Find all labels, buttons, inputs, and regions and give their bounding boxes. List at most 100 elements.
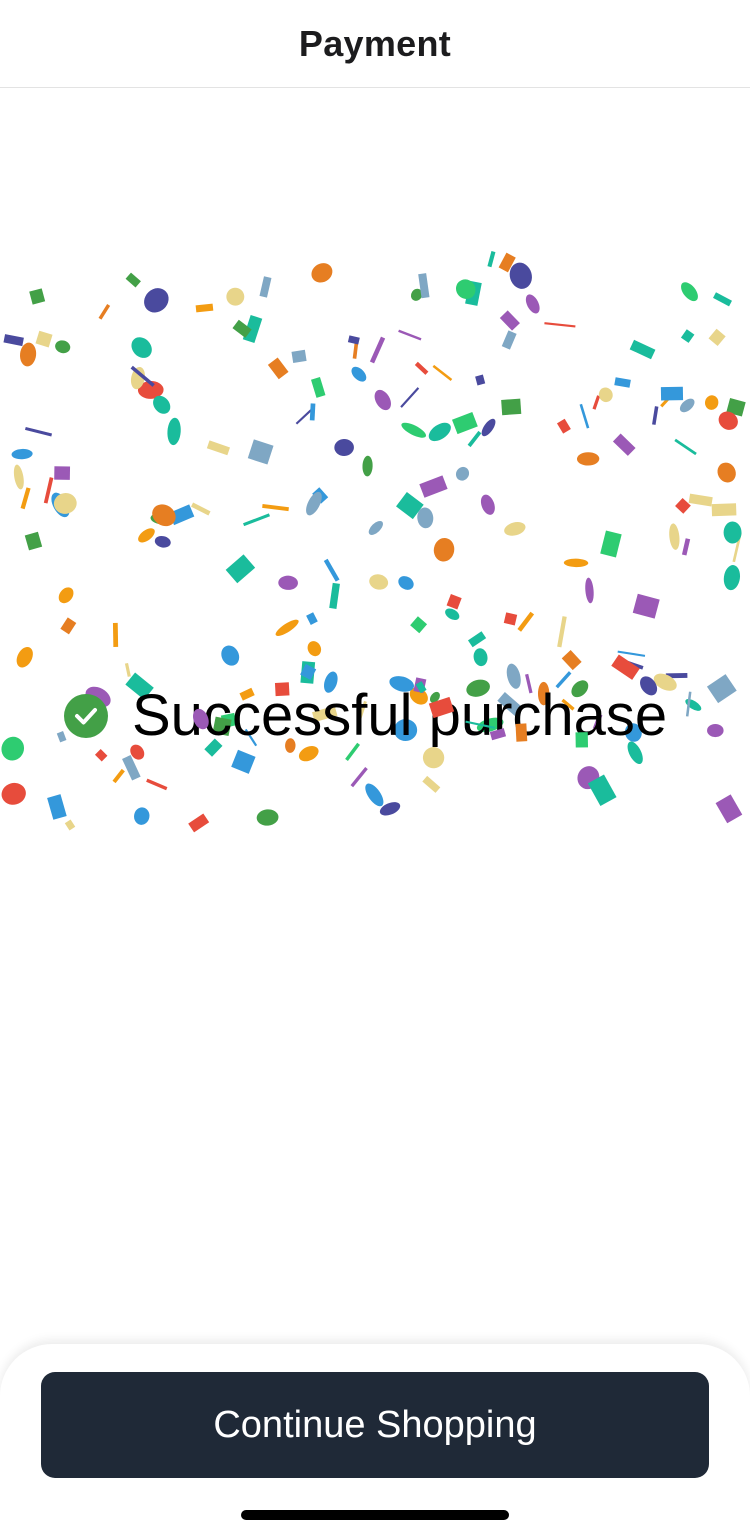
confetti-piece [598, 387, 613, 403]
confetti-piece [396, 492, 424, 520]
confetti-piece [592, 395, 601, 410]
confetti-piece [455, 279, 476, 299]
confetti-piece [707, 723, 724, 738]
confetti-piece [232, 319, 252, 338]
confetti-piece [467, 631, 487, 648]
confetti-piece [150, 511, 178, 525]
confetti-piece [11, 448, 33, 460]
confetti-piece [329, 582, 340, 609]
confetti-piece [723, 521, 742, 544]
confetti-piece [675, 497, 691, 514]
confetti-piece [419, 475, 448, 498]
confetti-piece [125, 272, 141, 288]
confetti-piece [557, 616, 567, 648]
confetti-piece [475, 374, 486, 386]
confetti-piece [428, 422, 451, 442]
confetti-piece [473, 648, 488, 667]
confetti-piece [312, 487, 329, 504]
confetti-piece [29, 288, 46, 305]
confetti-piece [278, 575, 298, 590]
confetti-piece [94, 749, 108, 762]
confetti-piece [414, 361, 429, 375]
confetti-piece [112, 768, 125, 784]
confetti-piece [711, 503, 737, 517]
confetti-piece [451, 411, 478, 435]
confetti-piece [295, 409, 312, 425]
confetti-piece [1, 736, 25, 761]
confetti-piece [561, 650, 582, 671]
confetti-piece [98, 303, 111, 320]
confetti-piece [669, 523, 680, 550]
confetti-piece [306, 612, 318, 625]
confetti-piece [503, 612, 518, 626]
confetti-piece [267, 357, 289, 380]
confetti-piece [55, 340, 71, 354]
confetti-piece [231, 749, 256, 774]
confetti-piece [43, 477, 54, 504]
success-text: Successful purchase [132, 683, 668, 748]
confetti-piece [243, 513, 271, 527]
confetti-piece [112, 622, 119, 647]
confetti-piece [480, 494, 495, 515]
confetti-piece [53, 493, 77, 514]
confetti-piece [618, 657, 644, 670]
confetti-piece [167, 417, 181, 446]
confetti-piece [16, 646, 33, 668]
confetti-piece [311, 263, 333, 283]
confetti-piece [3, 334, 24, 347]
confetti-piece [708, 328, 726, 347]
confetti-piece [715, 794, 743, 824]
confetti-piece [713, 292, 732, 307]
confetti-piece [509, 262, 532, 289]
confetti-piece [652, 406, 659, 425]
confetti-piece [256, 809, 279, 826]
confetti-piece [351, 366, 367, 382]
confetti-piece [723, 565, 741, 591]
confetti-piece [152, 504, 176, 527]
confetti-piece [242, 314, 263, 344]
payment-screen: Payment Successful purchase Continue Sho… [0, 0, 750, 1536]
confetti-piece [487, 251, 496, 268]
confetti-piece [718, 411, 738, 430]
confetti-piece [417, 507, 434, 529]
confetti-piece [446, 594, 462, 610]
confetti-piece [400, 387, 420, 408]
continue-shopping-button[interactable]: Continue Shopping [41, 1372, 709, 1478]
confetti-piece [374, 389, 391, 411]
confetti-piece [717, 462, 736, 483]
confetti-piece [660, 389, 678, 408]
confetti-piece [501, 398, 522, 416]
confetti-piece [168, 504, 195, 526]
confetti-piece [674, 438, 697, 456]
confetti-piece [58, 587, 74, 604]
navigation-bar: Payment [0, 0, 750, 88]
confetti-overlay-icon [94, 654, 692, 781]
confetti-piece [498, 252, 516, 273]
confetti-piece [706, 674, 737, 704]
confetti-piece [191, 502, 211, 516]
confetti-piece [422, 747, 445, 769]
confetti-piece [64, 819, 76, 831]
success-message: Successful purchase [64, 686, 667, 746]
confetti-piece [247, 439, 274, 465]
confetti-piece [365, 783, 384, 807]
confetti-piece [368, 520, 383, 535]
confetti-piece [262, 504, 289, 512]
bottom-sheet: Continue Shopping [0, 1344, 750, 1536]
confetti-piece [617, 650, 646, 657]
confetti-piece [225, 554, 256, 584]
confetti-piece [600, 530, 622, 558]
confetti-piece [410, 616, 428, 634]
confetti-piece [680, 329, 695, 343]
confetti-piece [206, 440, 230, 456]
confetti-piece [499, 310, 520, 331]
check-circle-icon [64, 694, 108, 738]
confetti-piece [422, 775, 441, 793]
confetti-piece [563, 558, 589, 568]
confetti-piece [585, 577, 594, 604]
confetti-piece [20, 342, 37, 367]
page-title: Payment [298, 22, 452, 64]
home-indicator [241, 1510, 509, 1520]
confetti-piece [517, 611, 535, 632]
confetti-piece [122, 754, 141, 781]
